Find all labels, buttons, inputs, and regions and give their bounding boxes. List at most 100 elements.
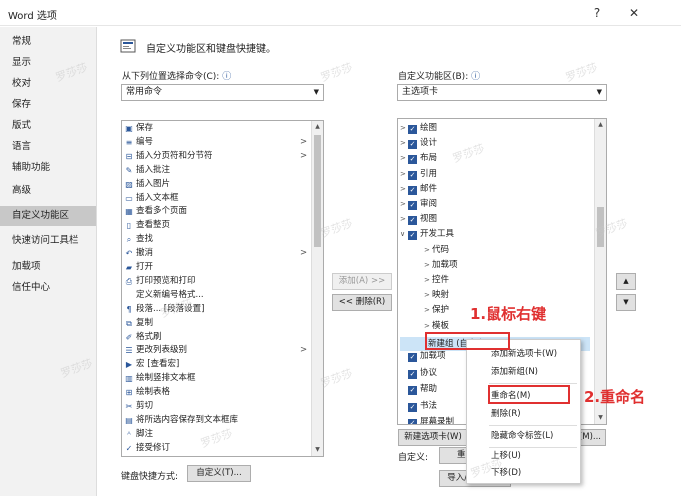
menu-item-hide-labels[interactable]: 隐藏命令标签(L) [491,428,553,444]
sidebar-item-addins[interactable]: 加载项 [0,257,96,277]
chevron-down-icon[interactable]: ∨ [400,227,408,241]
checkbox[interactable]: ✓ [408,140,417,150]
checkbox[interactable]: ✓ [408,386,417,395]
ribbon-tab-item[interactable]: ∨ ✓ 开发工具 [400,227,454,241]
sidebar-item-accessibility[interactable]: 辅助功能 [0,158,96,178]
command-list[interactable]: ▣ 保存 ≡ 编号 > ⊟ 插入分页符和分节符 > ✎ 插入批注 ▨ 插入图片 ▭ 插入文本框 ▦ 查看多个页… [121,120,324,457]
command-item[interactable]: ▶ 宏 [查看宏] [124,357,179,371]
ribbon-group-item[interactable]: > 模板 [424,319,449,333]
command-item[interactable]: ▥ 绘制竖排文本框 [124,371,195,385]
chevron-right-icon[interactable]: > [424,273,432,287]
command-item[interactable]: ▨ 插入图片 [124,177,170,191]
sidebar-item-save[interactable]: 保存 [0,95,96,115]
chevron-right-icon[interactable]: > [400,212,408,226]
command-source-dropdown[interactable]: 常用命令 ▼ [121,84,324,101]
command-item[interactable]: ✓ 接受修订 [124,441,170,455]
command-item[interactable]: 定义新编号格式... [124,288,204,302]
command-item[interactable]: ▦ 查看多个页面 [124,204,187,218]
scroll-up-icon[interactable]: ▲ [595,119,606,131]
ribbon-tab-item[interactable]: > ✓ 视图 [400,212,437,226]
chevron-right-icon[interactable]: > [424,243,432,257]
command-item[interactable]: ⎙ 打印预览和打印 [124,274,196,288]
ribbon-type-dropdown[interactable]: 主选项卡 ▼ [397,84,607,101]
ribbon-tab-item[interactable]: > ✓ 邮件 [400,182,437,196]
ribbon-tab-item[interactable]: ✓ 帮助 [408,382,437,396]
chevron-right-icon[interactable]: > [424,288,432,302]
ribbon-tab-item[interactable]: > ✓ 绘图 [400,121,437,135]
sidebar-item-general[interactable]: 常规 [0,32,96,52]
checkbox[interactable]: ✓ [408,216,417,226]
command-item[interactable]: ▭ 插入文本框 [124,191,178,205]
chevron-right-icon[interactable]: > [400,151,408,165]
scroll-down-icon[interactable]: ▼ [312,444,323,456]
command-item[interactable]: ⊟ 插入分页符和分节符 > [124,149,307,163]
command-item[interactable]: ▤ 将所选内容保存到文本框库 [124,413,238,427]
ribbon-group-item[interactable]: > 保护 [424,303,449,317]
checkbox[interactable]: ✓ [408,231,417,241]
chevron-right-icon[interactable]: > [400,121,408,135]
ribbon-tree-scrollbar[interactable]: ▲ ▼ [594,119,606,424]
command-item[interactable]: ↶ 撤消 > [124,246,307,260]
sidebar-item-typography[interactable]: 版式 [0,116,96,136]
command-item[interactable]: ⊞ 绘制表格 [124,385,170,399]
ribbon-group-item[interactable]: > 加载项 [424,258,458,272]
sidebar-item-customize-ribbon[interactable]: 自定义功能区 [0,206,96,226]
ribbon-tab-item[interactable]: ✓ 加载项 [408,349,446,363]
command-item[interactable]: ✂ 剪切 [124,399,153,413]
ribbon-tab-item[interactable]: ✓ 屏幕录制 [408,415,454,424]
command-item[interactable]: ▣ 保存 [124,121,153,135]
ribbon-group-item[interactable]: > 映射 [424,288,449,302]
sidebar-item-proofing[interactable]: 校对 [0,74,96,94]
chevron-right-icon[interactable]: > [424,303,432,317]
move-down-button[interactable]: ▼ [616,294,636,311]
new-tab-button[interactable]: 新建选项卡(W) [398,429,468,446]
checkbox[interactable]: ✓ [408,201,417,210]
chevron-right-icon[interactable]: > [400,197,408,211]
checkbox[interactable]: ✓ [408,185,417,195]
chevron-right-icon[interactable]: > [400,167,408,181]
command-item[interactable]: ⧉ 复制 [124,316,153,330]
ribbon-group-item[interactable]: > 控件 [424,273,449,287]
ribbon-tab-item[interactable]: > ✓ 审阅 [400,197,437,211]
ribbon-tab-item[interactable]: ✓ 协议 [408,366,437,380]
command-item[interactable]: ⌕ 查找 [124,232,153,246]
ribbon-tab-item[interactable]: > ✓ 设计 [400,136,437,150]
checkbox[interactable]: ✓ [408,419,417,424]
sidebar-item-trust-center[interactable]: 信任中心 [0,278,96,298]
ribbon-group-item[interactable]: > 代码 [424,243,449,257]
menu-item-delete[interactable]: 删除(R) [491,406,521,422]
checkbox[interactable]: ✓ [408,402,417,412]
scroll-down-icon[interactable]: ▼ [595,412,606,424]
ribbon-tab-item[interactable]: > ✓ 引用 [400,167,437,181]
info-icon[interactable]: ⓘ [471,72,480,82]
close-button[interactable]: ✕ [624,4,644,22]
sidebar-item-advanced[interactable]: 高级 [0,181,96,201]
add-button[interactable]: 添加(A) >> [332,273,392,290]
checkbox[interactable]: ✓ [408,353,417,362]
help-button[interactable]: ? [587,4,607,22]
chevron-right-icon[interactable]: > [424,319,432,333]
command-list-scrollbar[interactable]: ▲ ▼ [311,121,323,456]
sidebar-item-language[interactable]: 语言 [0,137,96,157]
customize-shortcut-button[interactable]: 自定义(T)... [187,465,251,482]
scroll-up-icon[interactable]: ▲ [312,121,323,133]
chevron-right-icon[interactable]: > [424,258,432,272]
command-item[interactable]: ▯ 查看整页 [124,218,170,232]
checkbox[interactable]: ✓ [408,155,417,165]
ribbon-tab-item[interactable]: > ✓ 布局 [400,151,437,165]
command-item[interactable]: ☰ 更改列表级别 > [124,343,307,357]
command-item[interactable]: ✐ 格式刷 [124,330,162,344]
checkbox[interactable]: ✓ [408,369,417,379]
menu-item-add-group[interactable]: 添加新组(N) [491,364,538,380]
checkbox[interactable]: ✓ [408,125,417,134]
info-icon[interactable]: ⓘ [222,72,231,82]
chevron-right-icon[interactable]: > [400,136,408,150]
command-item[interactable]: ▰ 打开 [124,260,153,274]
command-item[interactable]: ᴬ 脚注 [124,427,153,441]
ribbon-tab-item[interactable]: ✓ 书法 [408,399,437,413]
remove-button[interactable]: << 删除(R) [332,294,392,311]
checkbox[interactable]: ✓ [408,170,417,180]
sidebar-item-quick-access[interactable]: 快速访问工具栏 [0,231,96,251]
command-item[interactable]: ✎ 插入批注 [124,163,170,177]
move-up-button[interactable]: ▲ [616,273,636,290]
